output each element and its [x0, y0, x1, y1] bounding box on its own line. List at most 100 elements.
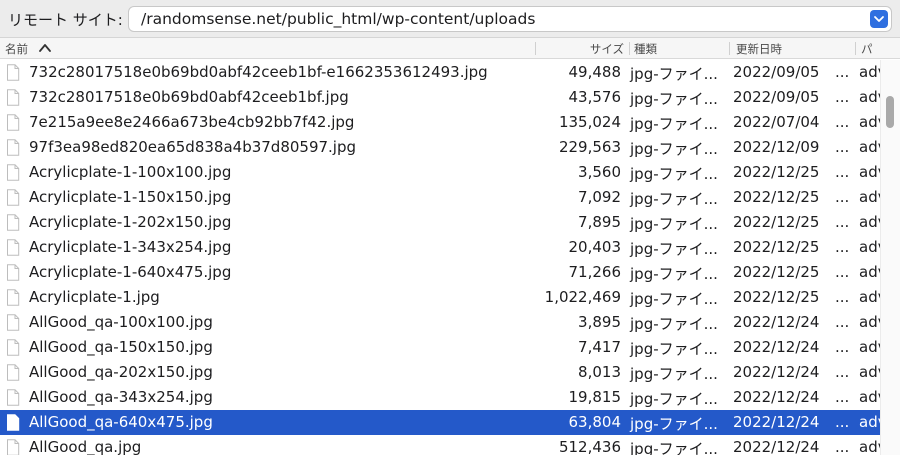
file-modified-date: 2022/12/25 [733, 188, 820, 206]
file-name: 732c28017518e0b69bd0abf42ceeb1bf-e166235… [29, 63, 488, 81]
file-row[interactable]: Acrylicplate-1-100x100.jpg 3,560 jpg-ファイ..… [0, 160, 880, 185]
file-row[interactable]: 97f3ea98ed820ea65d838a4b37d80597.jpg 229,… [0, 135, 880, 160]
file-icon [6, 64, 20, 85]
file-row[interactable]: Acrylicplate-1-150x150.jpg 7,092 jpg-ファイ..… [0, 185, 880, 210]
remote-path-input[interactable]: /randomsense.net/public_html/wp-content/… [141, 10, 535, 28]
file-permissions: adv [859, 438, 880, 455]
file-modified-time-truncated: ... [835, 188, 850, 206]
vertical-scrollbar[interactable] [880, 60, 900, 455]
file-row[interactable]: Acrylicplate-1-202x150.jpg 7,895 jpg-ファイ..… [0, 210, 880, 235]
chevron-down-icon [874, 16, 884, 22]
file-type: jpg-ファイ... [630, 265, 718, 283]
file-modified-time-truncated: ... [835, 138, 850, 156]
file-name: 732c28017518e0b69bd0abf42ceeb1bf.jpg [29, 88, 349, 106]
file-icon [6, 289, 20, 310]
file-row[interactable]: Acrylicplate-1.jpg 1,022,469 jpg-ファイ... 202… [0, 285, 880, 310]
file-name: Acrylicplate-1-100x100.jpg [29, 163, 232, 181]
file-type: jpg-ファイ... [630, 390, 718, 408]
file-row[interactable]: 732c28017518e0b69bd0abf42ceeb1bf.jpg 43,5… [0, 85, 880, 110]
file-icon [7, 439, 20, 455]
file-icon [7, 264, 20, 281]
file-row[interactable]: AllGood_qa-202x150.jpg 8,013 jpg-ファイ... 202… [0, 360, 880, 385]
file-icon [6, 339, 20, 360]
column-divider[interactable] [535, 42, 536, 55]
file-icon [6, 189, 20, 210]
file-type: jpg-ファイ... [630, 240, 718, 258]
remote-file-list[interactable]: 732c28017518e0b69bd0abf42ceeb1bf-e166235… [0, 60, 880, 455]
file-icon [6, 314, 20, 335]
file-name: AllGood_qa-640x475.jpg [29, 413, 213, 431]
file-modified-date: 2022/12/25 [733, 238, 820, 256]
file-permissions: adv [859, 188, 880, 206]
file-name: AllGood_qa.jpg [29, 438, 142, 455]
file-list-header: 名前 サイズ 種類 更新日時 パ [0, 38, 900, 59]
file-icon [6, 114, 20, 135]
file-icon [7, 114, 20, 131]
remote-path-combobox[interactable]: /randomsense.net/public_html/wp-content/… [128, 6, 892, 32]
file-modified-time-truncated: ... [835, 163, 850, 181]
file-icon [6, 89, 20, 110]
file-size: 7,092 [578, 188, 621, 206]
file-icon [6, 439, 20, 455]
file-permissions: adv [859, 263, 880, 281]
file-modified-date: 2022/12/24 [733, 338, 820, 356]
file-icon [6, 264, 20, 285]
file-modified-time-truncated: ... [835, 88, 850, 106]
file-row[interactable]: AllGood_qa-150x150.jpg 7,417 jpg-ファイ... 202… [0, 335, 880, 360]
file-permissions: adv [859, 163, 880, 181]
path-dropdown-button[interactable] [870, 10, 888, 28]
column-header-permissions[interactable]: パ [861, 41, 873, 57]
scrollbar-thumb[interactable] [886, 96, 894, 128]
file-icon [7, 364, 20, 381]
file-row[interactable]: AllGood_qa.jpg 512,436 jpg-ファイ... 2022/12/2… [0, 435, 880, 455]
file-modified-date: 2022/12/24 [733, 363, 820, 381]
file-type: jpg-ファイ... [630, 440, 718, 455]
file-type: jpg-ファイ... [630, 340, 718, 358]
column-header-name[interactable]: 名前 [5, 41, 28, 57]
file-row[interactable]: Acrylicplate-1-640x475.jpg 71,266 jpg-ファイ.… [0, 260, 880, 285]
file-icon [7, 414, 20, 431]
column-header-type[interactable]: 種類 [634, 41, 657, 57]
file-icon [7, 64, 20, 81]
file-permissions: adv [859, 88, 880, 106]
file-name: Acrylicplate-1.jpg [29, 288, 160, 306]
file-modified-date: 2022/09/05 [733, 63, 820, 81]
file-row-selected[interactable]: AllGood_qa-640x475.jpg 63,804 jpg-ファイ... 20… [0, 410, 880, 435]
column-divider[interactable] [855, 42, 856, 55]
file-name: AllGood_qa-202x150.jpg [29, 363, 213, 381]
file-row[interactable]: AllGood_qa-343x254.jpg 19,815 jpg-ファイ... 20… [0, 385, 880, 410]
file-modified-date: 2022/12/25 [733, 213, 820, 231]
column-divider[interactable] [729, 42, 730, 55]
column-divider[interactable] [629, 42, 630, 55]
file-size: 1,022,469 [544, 288, 621, 306]
remote-site-bar: リモート サイト: /randomsense.net/public_html/w… [0, 0, 900, 38]
column-header-modified[interactable]: 更新日時 [736, 41, 782, 57]
file-name: AllGood_qa-100x100.jpg [29, 313, 213, 331]
file-icon [6, 364, 20, 385]
column-header-size[interactable]: サイズ [590, 41, 624, 57]
file-permissions: adv [859, 288, 880, 306]
file-row[interactable]: 7e215a9ee8e2466a673be4cb92bb7f42.jpg 135,… [0, 110, 880, 135]
file-size: 3,560 [578, 163, 621, 181]
file-icon [6, 214, 20, 235]
file-icon [7, 314, 20, 331]
file-size: 71,266 [568, 263, 622, 281]
file-modified-time-truncated: ... [835, 113, 850, 131]
file-permissions: adv [859, 138, 880, 156]
file-type: jpg-ファイ... [630, 365, 718, 383]
file-modified-time-truncated: ... [835, 413, 850, 431]
file-row[interactable]: Acrylicplate-1-343x254.jpg 20,403 jpg-ファイ.… [0, 235, 880, 260]
file-icon [7, 214, 20, 231]
remote-site-label: リモート サイト: [8, 11, 123, 29]
remote-site-panel: リモート サイト: /randomsense.net/public_html/w… [0, 0, 900, 455]
file-name: 7e215a9ee8e2466a673be4cb92bb7f42.jpg [29, 113, 355, 131]
file-row[interactable]: AllGood_qa-100x100.jpg 3,895 jpg-ファイ... 202… [0, 310, 880, 335]
file-type: jpg-ファイ... [630, 65, 718, 83]
file-type: jpg-ファイ... [630, 115, 718, 133]
file-name: Acrylicplate-1-150x150.jpg [29, 188, 232, 206]
file-row[interactable]: 732c28017518e0b69bd0abf42ceeb1bf-e166235… [0, 60, 880, 85]
file-size: 7,417 [578, 338, 621, 356]
file-size: 49,488 [568, 63, 622, 81]
file-size: 512,436 [558, 438, 621, 455]
file-modified-time-truncated: ... [835, 338, 850, 356]
